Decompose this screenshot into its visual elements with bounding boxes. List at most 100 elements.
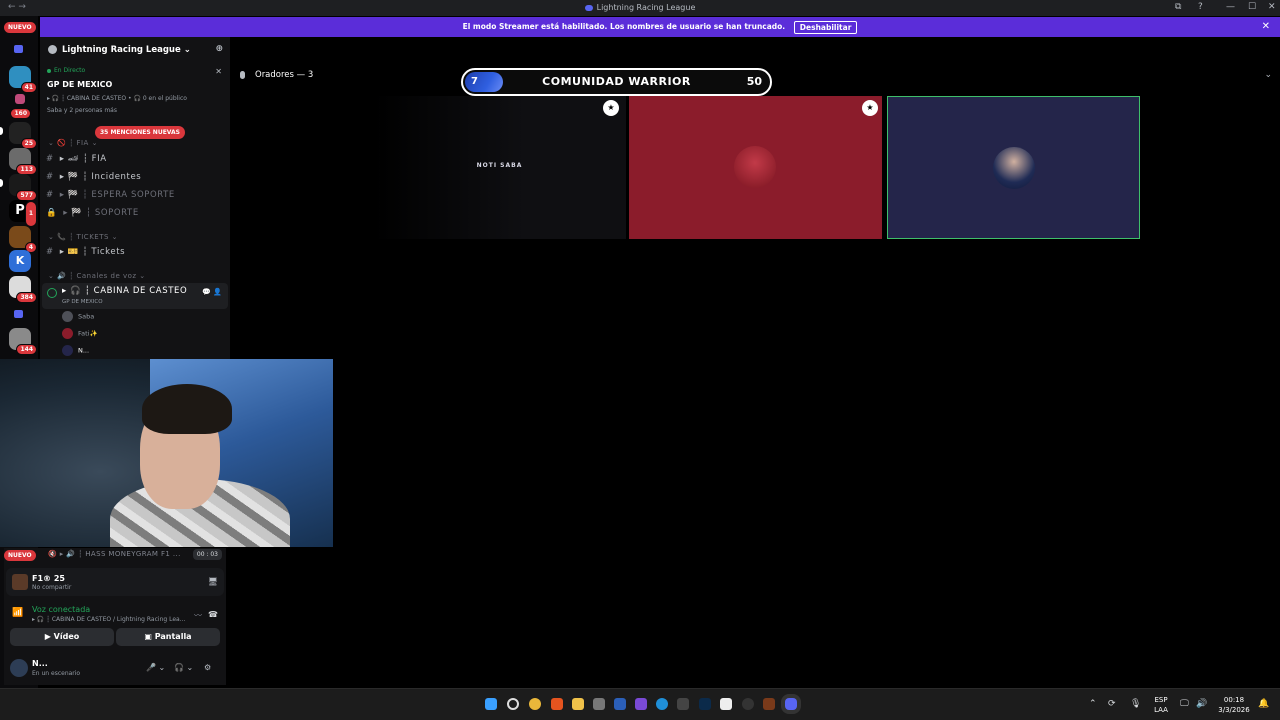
discord-icon[interactable] bbox=[785, 698, 797, 710]
game-name: F1® 25 bbox=[32, 574, 65, 583]
moderator-icon: ★ bbox=[603, 100, 619, 116]
folder-icon[interactable] bbox=[14, 310, 23, 318]
gear-icon[interactable]: ⚙ bbox=[204, 663, 211, 672]
store-icon[interactable] bbox=[593, 698, 605, 710]
server-icon[interactable]: 25 bbox=[9, 122, 37, 149]
badge-count: 41 bbox=[20, 82, 37, 93]
word-icon[interactable] bbox=[614, 698, 626, 710]
unread-pill bbox=[0, 179, 3, 187]
speaker-tile[interactable]: NOTI SABA bbox=[373, 96, 626, 239]
disable-streamer-button[interactable]: Deshabilitar bbox=[793, 20, 858, 34]
server-icon[interactable]: 4 bbox=[9, 226, 37, 253]
server-icon-k[interactable]: K bbox=[9, 250, 31, 272]
voice-user[interactable]: N... bbox=[62, 345, 89, 356]
server-icon[interactable]: 144 bbox=[9, 328, 37, 355]
voice-user[interactable]: Saba bbox=[62, 311, 94, 322]
webcam-overlay bbox=[0, 359, 333, 547]
voice-channel-sub: GP DE MEXICO bbox=[62, 299, 103, 305]
voice-status-row[interactable]: NUEVO 🔇 ▸ 🔊 ┆ HASS MONEYGRAM F1 ... 00 :… bbox=[4, 548, 226, 562]
channel-sidebar: Lightning Racing League ⌄ ⊕ En Directo ✕… bbox=[40, 37, 230, 359]
display-icon[interactable]: 🖵 bbox=[1180, 699, 1189, 709]
invite-icon[interactable]: ⊕ bbox=[215, 44, 223, 54]
server-icon[interactable]: 384 bbox=[9, 276, 37, 303]
game-activity[interactable]: F1® 25 No compartir 🖥 bbox=[6, 568, 224, 596]
noise-suppression-icon[interactable]: 〰 bbox=[194, 610, 202, 621]
server-icon[interactable]: 577 bbox=[9, 174, 37, 201]
category-fia[interactable]: ⌄ 🚫 ┆ FIA ⌄ bbox=[48, 139, 98, 147]
calculator-icon[interactable] bbox=[677, 698, 689, 710]
server-header[interactable]: Lightning Racing League ⌄ ⊕ bbox=[40, 37, 230, 61]
channel-tickets[interactable]: # ▸ 🎫 ┆ Tickets bbox=[46, 247, 125, 257]
folder-icon[interactable] bbox=[572, 698, 584, 710]
hash-icon: # bbox=[46, 172, 54, 182]
notepad-icon[interactable] bbox=[720, 698, 732, 710]
copilot-icon[interactable] bbox=[635, 698, 647, 710]
channel-incidentes[interactable]: # ▸ 🏁 ┆ Incidentes bbox=[46, 172, 141, 182]
clock[interactable]: 00:18 3/3/2026 bbox=[1214, 695, 1254, 715]
speaker-tile-active[interactable] bbox=[887, 96, 1140, 239]
live-status: En Directo bbox=[47, 67, 85, 74]
screen: ← → Lightning Racing League ⧉ ? — ☐ ✕ El… bbox=[0, 0, 1280, 720]
channel-label: ▸ 🎫 ┆ Tickets bbox=[59, 247, 126, 257]
sync-icon[interactable]: ⟳ bbox=[1108, 699, 1116, 709]
server-icon-p[interactable]: P1 bbox=[9, 200, 37, 227]
f1-game-icon[interactable] bbox=[763, 698, 775, 710]
channel-actions-icons[interactable]: 💬 👤 bbox=[202, 288, 222, 296]
current-user[interactable]: N... En un escenario 🎤 ⌄ 🎧 ⌄ ⚙ bbox=[4, 654, 226, 684]
chrome-icon[interactable] bbox=[529, 698, 541, 710]
live-stage-card[interactable]: En Directo ✕ GP DE MEXICO ▸ 🎧 ┆ CABINA D… bbox=[44, 63, 226, 121]
folder-icon[interactable] bbox=[14, 45, 23, 53]
category-tickets[interactable]: ⌄ 📞 ┆ TICKETS ⌄ bbox=[48, 233, 118, 241]
close-window-button[interactable]: ✕ bbox=[1268, 2, 1276, 12]
close-icon[interactable]: ✕ bbox=[215, 67, 222, 76]
screen-button[interactable]: ▣ Pantalla bbox=[116, 628, 220, 646]
banner-close-icon[interactable]: ✕ bbox=[1262, 17, 1270, 37]
speaker-tile[interactable]: ★ bbox=[629, 96, 882, 239]
server-icon[interactable]: 41 bbox=[9, 66, 37, 93]
tray-overflow-icon[interactable]: ⌃ bbox=[1089, 699, 1097, 709]
channel-soporte[interactable]: 🔒 ▸ 🏁 ┆ SOPORTE bbox=[46, 208, 139, 218]
volume-icon[interactable]: 🔊 bbox=[1196, 699, 1207, 709]
notification-icon[interactable]: 🔔 bbox=[1258, 699, 1269, 709]
minimize-button[interactable]: — bbox=[1226, 2, 1235, 12]
disconnect-icon[interactable]: ☎ bbox=[208, 610, 218, 619]
new-badge: NUEVO bbox=[4, 550, 36, 561]
video-button[interactable]: ▶ Vídeo bbox=[10, 628, 114, 646]
avatar bbox=[734, 146, 776, 188]
inbox-icon[interactable]: ⧉ bbox=[1175, 2, 1181, 12]
team-name: COMUNIDAD WARRIOR bbox=[542, 75, 691, 88]
mic-icon[interactable]: 🎤 ⌄ bbox=[146, 663, 165, 672]
voice-timer: 00 : 03 bbox=[192, 549, 222, 560]
channel-fia[interactable]: # ▸ 🏎 ┆ FIA bbox=[46, 154, 107, 164]
badge-count: 160 bbox=[10, 108, 31, 119]
channel-espera-soporte[interactable]: # ▸ 🏁 ┆ ESPERA SOPORTE bbox=[46, 190, 175, 200]
channel-label: ▸ 🏎 ┆ FIA bbox=[59, 154, 107, 164]
help-icon[interactable]: ? bbox=[1198, 2, 1203, 12]
signal-icon[interactable]: 📶 bbox=[12, 608, 23, 618]
time: 00:18 bbox=[1223, 696, 1245, 704]
brave-icon[interactable] bbox=[551, 698, 563, 710]
maximize-button[interactable]: ☐ bbox=[1248, 2, 1256, 12]
speaker-label: NOTI SABA bbox=[476, 162, 523, 169]
stage-subtitle: ▸ 🎧 ┆ CABINA DE CASTEO • 🎧 0 en el públi… bbox=[47, 95, 187, 102]
headset-icon[interactable]: 🎧 ⌄ bbox=[174, 663, 193, 672]
voice-channel-cabina[interactable]: ▸ 🎧 ┆ CABINA DE CASTEO GP DE MEXICO 💬 👤 bbox=[42, 283, 228, 309]
obs-icon[interactable] bbox=[742, 698, 754, 710]
search-icon[interactable] bbox=[507, 698, 519, 710]
lock-icon: 🔒 bbox=[46, 208, 58, 218]
new-mentions-pill[interactable]: 35 MENCIONES NUEVAS bbox=[95, 126, 185, 139]
voice-user[interactable]: Fati✨ bbox=[62, 328, 98, 339]
microphone-icon[interactable]: 🎙 bbox=[1130, 699, 1141, 709]
photoshop-icon[interactable] bbox=[699, 698, 711, 710]
edge-icon[interactable] bbox=[656, 698, 668, 710]
server-icon[interactable] bbox=[15, 94, 25, 104]
banner-text: El modo Streamer está habilitado. Los no… bbox=[462, 22, 786, 31]
chevron-down-icon[interactable]: ⌄ bbox=[1264, 70, 1272, 80]
screen-share-icon[interactable]: 🖥 bbox=[208, 577, 218, 586]
language-indicator[interactable]: ESP LAA bbox=[1150, 695, 1172, 715]
voice-user-name: Saba bbox=[78, 312, 95, 321]
start-icon[interactable] bbox=[485, 698, 497, 710]
avatar bbox=[62, 345, 73, 356]
category-voice[interactable]: ⌄ 🔊 ┆ Canales de voz ⌄ bbox=[48, 272, 146, 280]
server-icon[interactable]: 113 bbox=[9, 148, 37, 175]
